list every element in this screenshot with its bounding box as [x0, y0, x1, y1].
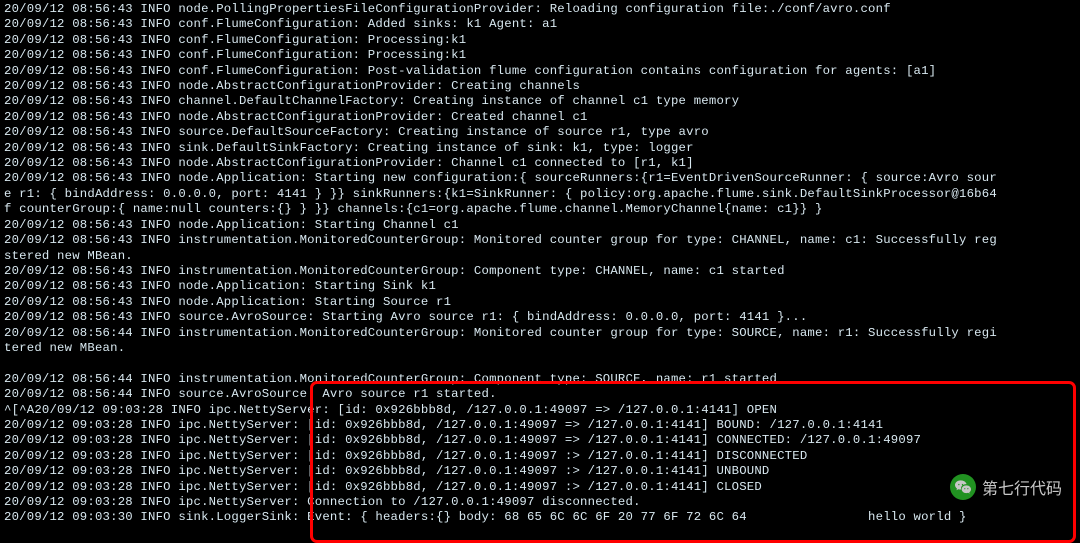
- log-line: 20/09/12 08:56:43 INFO source.AvroSource…: [4, 310, 1076, 325]
- log-line: 20/09/12 08:56:43 INFO conf.FlumeConfigu…: [4, 64, 1076, 79]
- log-line: 20/09/12 08:56:44 INFO instrumentation.M…: [4, 372, 1076, 387]
- log-line: 20/09/12 08:56:43 INFO node.Application:…: [4, 279, 1076, 294]
- watermark: 第七行代码: [950, 474, 1062, 500]
- log-line: 20/09/12 08:56:44 INFO source.AvroSource…: [4, 387, 1076, 402]
- log-line: stered new MBean.: [4, 249, 1076, 264]
- log-line: 20/09/12 09:03:28 INFO ipc.NettyServer: …: [4, 495, 1076, 510]
- log-line: 20/09/12 08:56:44 INFO instrumentation.M…: [4, 326, 1076, 341]
- log-line: 20/09/12 08:56:43 INFO conf.FlumeConfigu…: [4, 17, 1076, 32]
- log-line: 20/09/12 09:03:28 INFO ipc.NettyServer: …: [4, 449, 1076, 464]
- log-line: 20/09/12 08:56:43 INFO node.Application:…: [4, 218, 1076, 233]
- watermark-label: 第七行代码: [982, 475, 1062, 499]
- log-line: 20/09/12 09:03:28 INFO ipc.NettyServer: …: [4, 433, 1076, 448]
- terminal-output: 20/09/12 08:56:43 INFO node.PollingPrope…: [0, 0, 1080, 526]
- log-line: 20/09/12 08:56:43 INFO sink.DefaultSinkF…: [4, 141, 1076, 156]
- log-line: [4, 356, 1076, 371]
- log-line: 20/09/12 08:56:43 INFO source.DefaultSou…: [4, 125, 1076, 140]
- log-line: 20/09/12 08:56:43 INFO node.PollingPrope…: [4, 2, 1076, 17]
- log-line: 20/09/12 08:56:43 INFO node.Application:…: [4, 295, 1076, 310]
- log-line: 20/09/12 08:56:43 INFO instrumentation.M…: [4, 233, 1076, 248]
- log-line: 20/09/12 09:03:28 INFO ipc.NettyServer: …: [4, 418, 1076, 433]
- log-line: 20/09/12 08:56:43 INFO node.Application:…: [4, 171, 1076, 186]
- log-line: 20/09/12 09:03:28 INFO ipc.NettyServer: …: [4, 480, 1076, 495]
- log-line: 20/09/12 08:56:43 INFO conf.FlumeConfigu…: [4, 48, 1076, 63]
- log-line: 20/09/12 08:56:43 INFO conf.FlumeConfigu…: [4, 33, 1076, 48]
- wechat-icon: [950, 474, 976, 500]
- log-line: 20/09/12 08:56:43 INFO instrumentation.M…: [4, 264, 1076, 279]
- log-line: 20/09/12 09:03:28 INFO ipc.NettyServer: …: [4, 464, 1076, 479]
- log-line: 20/09/12 09:03:30 INFO sink.LoggerSink: …: [4, 510, 1076, 525]
- log-line: 20/09/12 08:56:43 INFO channel.DefaultCh…: [4, 94, 1076, 109]
- log-line: e r1: { bindAddress: 0.0.0.0, port: 4141…: [4, 187, 1076, 202]
- log-line: tered new MBean.: [4, 341, 1076, 356]
- log-line: f counterGroup:{ name:null counters:{} }…: [4, 202, 1076, 217]
- log-line: 20/09/12 08:56:43 INFO node.AbstractConf…: [4, 110, 1076, 125]
- log-line: 20/09/12 08:56:43 INFO node.AbstractConf…: [4, 79, 1076, 94]
- log-line: 20/09/12 08:56:43 INFO node.AbstractConf…: [4, 156, 1076, 171]
- log-line: ^[^A20/09/12 09:03:28 INFO ipc.NettyServ…: [4, 403, 1076, 418]
